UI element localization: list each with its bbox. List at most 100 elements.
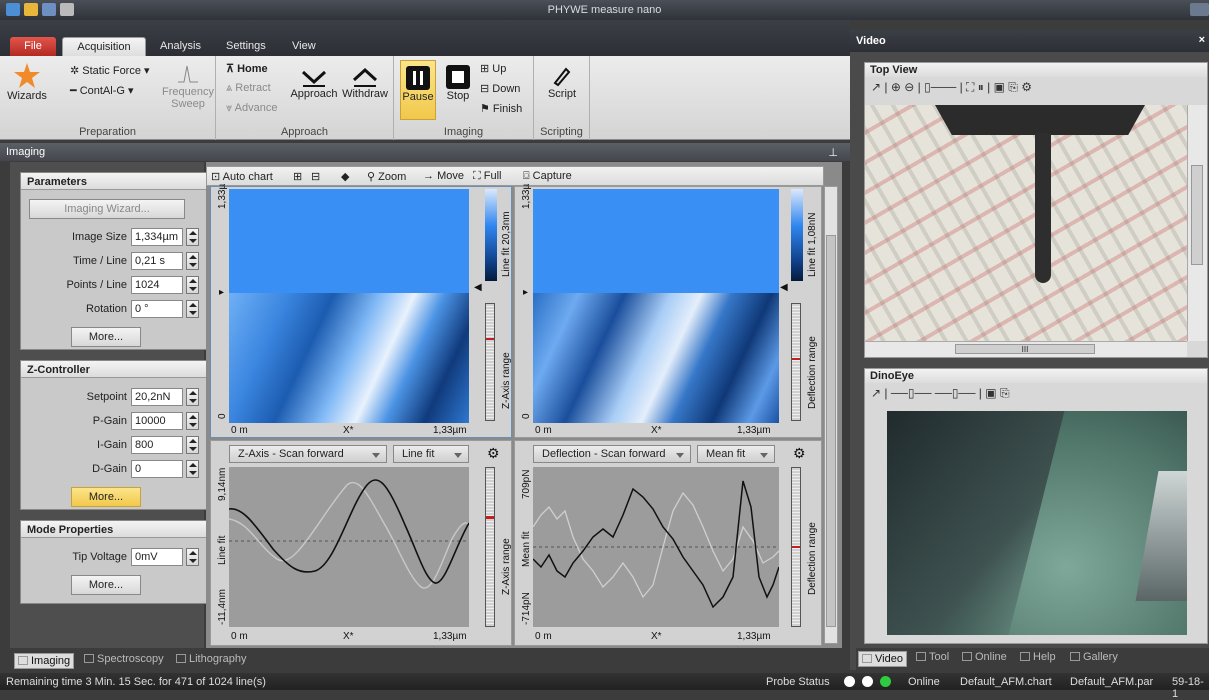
tab-help[interactable]: Help [1020, 651, 1056, 663]
save-image-icon[interactable]: ▣ [985, 386, 996, 400]
dgain-stepper[interactable] [186, 460, 199, 478]
settings-icon[interactable]: ⚙ [1021, 80, 1032, 94]
wizards-button[interactable]: Wizards [6, 62, 48, 102]
tab-acquisition[interactable]: Acquisition [62, 37, 146, 56]
tab-lithography[interactable]: Lithography [176, 653, 247, 665]
pointer-icon[interactable]: ↗ [871, 80, 881, 94]
tab-online[interactable]: Online [962, 651, 1007, 663]
contal-dropdown[interactable]: ━ ContAl-G ▾ [70, 84, 134, 97]
top-view-vscroll-thumb[interactable] [1191, 165, 1203, 265]
mode-more-button[interactable]: More... [71, 575, 141, 595]
parameters-more-button[interactable]: More... [71, 327, 141, 347]
remove-chart-icon[interactable]: ⊟ [311, 170, 320, 183]
z-profile-range-slider[interactable] [485, 467, 495, 627]
igain-stepper[interactable] [186, 436, 199, 454]
deflection-profile-plot[interactable] [533, 467, 779, 627]
add-chart-icon[interactable]: ⊞ [293, 170, 302, 183]
static-force-dropdown[interactable]: ✲ Static Force ▾ [70, 64, 150, 77]
deflection-settings-gear-icon[interactable]: ⚙ [793, 445, 806, 462]
down-button[interactable]: ⊟ Down [480, 82, 520, 95]
marker-icon[interactable]: ◆ [341, 170, 349, 183]
points-line-stepper[interactable] [186, 276, 199, 294]
zoom-in-icon[interactable]: ⊕ [891, 80, 901, 94]
z-profile-plot[interactable] [229, 467, 469, 627]
deflection-map[interactable] [533, 189, 779, 423]
setpoint-field[interactable]: 20,2nN [131, 388, 183, 406]
tab-tool[interactable]: Tool [916, 651, 949, 663]
finish-button[interactable]: ⚑ Finish [480, 102, 522, 115]
deflection-profile-range-slider[interactable] [791, 467, 801, 627]
pointer-icon[interactable]: ↗ [871, 386, 881, 400]
tab-video[interactable]: Video [858, 651, 907, 667]
full-button[interactable]: ⛶ Full [473, 170, 502, 183]
pgain-field[interactable]: 10000 [131, 412, 183, 430]
pause-video-icon[interactable]: ⏸ [978, 80, 984, 94]
z-settings-gear-icon[interactable]: ⚙ [487, 445, 500, 462]
capture-button[interactable]: ⌼ Capture [523, 170, 572, 183]
script-button[interactable]: Script [540, 64, 584, 100]
top-view-camera-image[interactable] [865, 105, 1187, 341]
time-line-stepper[interactable] [186, 252, 199, 270]
chart-vertical-scrollbar[interactable] [824, 186, 838, 644]
z-axis-range-slider[interactable] [485, 303, 495, 421]
tab-settings[interactable]: Settings [216, 37, 276, 56]
pgain-stepper[interactable] [186, 412, 199, 430]
tip-voltage-stepper[interactable] [186, 548, 199, 566]
image-size-stepper[interactable] [186, 228, 199, 246]
top-view-hscroll[interactable]: III [865, 341, 1187, 357]
setpoint-stepper[interactable] [186, 388, 199, 406]
zcontroller-more-button[interactable]: More... [71, 487, 141, 507]
advance-button[interactable]: ⩔ Advance [226, 102, 277, 115]
deflection-range-slider[interactable] [791, 303, 801, 421]
up-button[interactable]: ⊞ Up [480, 62, 506, 75]
igain-field[interactable]: 800 [131, 436, 183, 454]
tab-imaging[interactable]: Imaging [14, 653, 75, 669]
top-view-header[interactable]: Top View [865, 63, 1207, 77]
contrast-slider[interactable]: ──▯── [935, 386, 976, 400]
zoom-slider[interactable]: ▯─── [924, 80, 956, 94]
z-fit-select[interactable]: Line fit [393, 445, 469, 463]
tab-spectroscopy[interactable]: Spectroscopy [84, 653, 164, 665]
top-view-hscroll-thumb[interactable]: III [955, 344, 1095, 354]
z-colorbar-pointer-icon[interactable]: ◀ [474, 282, 482, 293]
points-line-field[interactable]: 1024 [131, 276, 183, 294]
retract-button[interactable]: ⩓ Retract [226, 82, 271, 95]
zcontroller-header[interactable]: Z-Controller [21, 361, 207, 378]
copy-icon[interactable]: ⎘ [1008, 80, 1018, 94]
parameters-header[interactable]: Parameters [21, 173, 207, 190]
home-button[interactable]: ⊼ Home [226, 62, 268, 75]
mode-properties-header[interactable]: Mode Properties [21, 521, 207, 538]
frequency-sweep-button[interactable]: Frequency Sweep [162, 62, 214, 110]
rotation-stepper[interactable] [186, 300, 199, 318]
zoom-button[interactable]: ⚲ Zoom [367, 170, 406, 183]
z-channel-select[interactable]: Z-Axis - Scan forward [229, 445, 387, 463]
chart-scroll-thumb[interactable] [826, 235, 836, 627]
pin-icon[interactable]: ⊥ [828, 146, 838, 159]
dgain-field[interactable]: 0 [131, 460, 183, 478]
imaging-wizard-button[interactable]: Imaging Wizard... [29, 199, 185, 219]
tab-file[interactable]: File [10, 37, 56, 56]
brightness-slider[interactable]: ──▯── [891, 386, 932, 400]
deflection-channel-select[interactable]: Deflection - Scan forward [533, 445, 691, 463]
save-image-icon[interactable]: ▣ [994, 80, 1005, 94]
tab-gallery[interactable]: Gallery [1070, 651, 1118, 663]
top-view-vscroll[interactable] [1187, 105, 1207, 341]
z-axis-map[interactable] [229, 189, 469, 423]
deflection-colorbar-pointer-icon[interactable]: ◀ [780, 282, 788, 293]
fit-icon[interactable]: ⛶ [966, 80, 974, 94]
withdraw-button[interactable]: Withdraw [340, 64, 390, 100]
tip-voltage-field[interactable]: 0mV [131, 548, 183, 566]
copy-icon[interactable]: ⎘ [1000, 386, 1010, 400]
time-line-field[interactable]: 0,21 s [131, 252, 183, 270]
tab-view[interactable]: View [282, 37, 326, 56]
deflection-fit-select[interactable]: Mean fit [697, 445, 775, 463]
auto-chart-button[interactable]: ⊡ Auto chart [211, 170, 273, 183]
zoom-out-icon[interactable]: ⊖ [904, 80, 914, 94]
pause-button[interactable]: Pause [400, 60, 436, 120]
rotation-field[interactable]: 0 ° [131, 300, 183, 318]
move-button[interactable]: → Move [423, 170, 464, 182]
close-icon[interactable]: × [1199, 34, 1205, 46]
approach-button[interactable]: Approach [290, 64, 338, 100]
tab-analysis[interactable]: Analysis [150, 37, 211, 56]
minimize-icon[interactable] [1190, 3, 1209, 16]
